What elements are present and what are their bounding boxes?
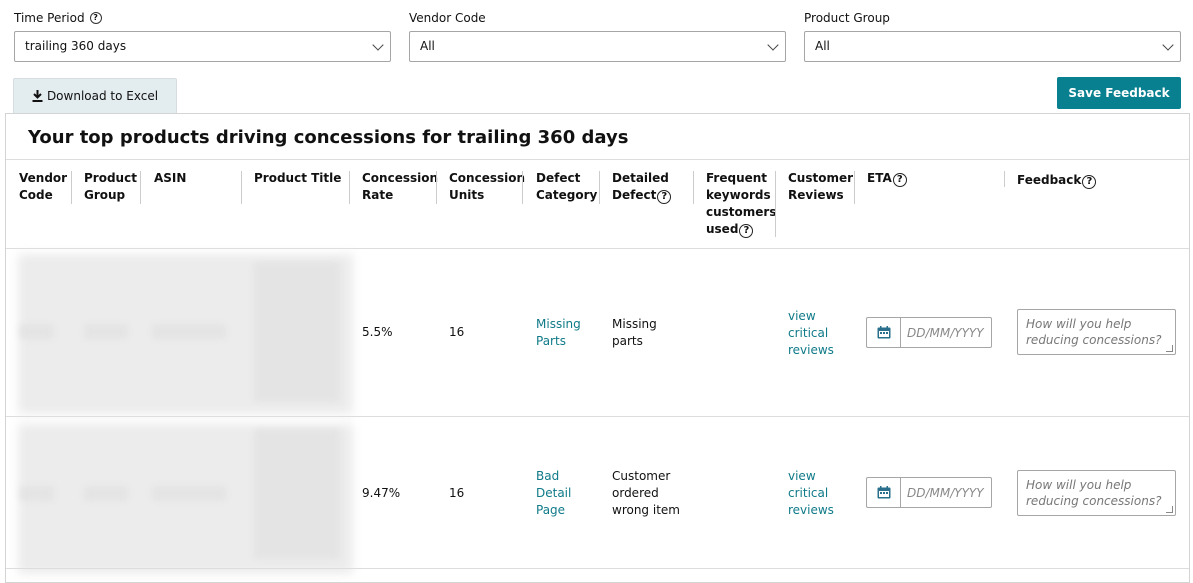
col-separator [140, 171, 141, 204]
feedback-placeholder: How will you help reducing concessions? [1026, 478, 1162, 508]
time-period-label: Time Period ? [14, 11, 102, 25]
redacted-product-group [84, 486, 128, 501]
chevron-down-icon [372, 39, 384, 51]
col-separator [71, 171, 72, 204]
col-vendor-code: Vendor Code [19, 171, 68, 202]
col-concession-rate: Concession Rate [362, 171, 439, 202]
col-separator [775, 171, 776, 237]
download-excel-button[interactable]: Download to Excel [13, 78, 177, 114]
col-asin: ASIN [154, 171, 187, 185]
col-separator [241, 171, 242, 204]
concession-units: 16 [449, 325, 465, 339]
divider [6, 568, 1189, 569]
redacted-vendor-code [20, 324, 54, 339]
product-group-select[interactable]: All [804, 31, 1181, 62]
calendar-icon[interactable] [867, 318, 901, 347]
redacted-product-title [254, 429, 340, 559]
col-eta-label: ETA [867, 171, 892, 185]
col-feedback: Feedback? [1017, 172, 1097, 189]
question-circle-icon[interactable]: ? [1082, 175, 1097, 189]
defect-category-link[interactable]: Bad Detail Page [536, 468, 582, 519]
product-group-label: Product Group [804, 11, 890, 25]
divider [6, 248, 1189, 249]
detailed-defect: Missing parts [612, 317, 657, 348]
defect-category-link[interactable]: Missing Parts [536, 316, 592, 350]
question-circle-icon[interactable]: ? [657, 190, 672, 204]
resize-handle-icon[interactable] [1166, 506, 1173, 513]
col-eta: ETA? [867, 170, 907, 187]
detailed-defect: Customer ordered wrong item [612, 469, 680, 517]
col-separator [522, 171, 523, 204]
save-feedback-button[interactable]: Save Feedback [1057, 77, 1181, 109]
vendor-code-label-text: Vendor Code [409, 11, 486, 25]
chevron-down-icon [767, 39, 779, 51]
concession-rate: 5.5% [362, 325, 393, 339]
view-critical-reviews-link[interactable]: view critical reviews [788, 308, 848, 359]
col-separator [436, 171, 437, 204]
time-period-value: trailing 360 days [25, 39, 127, 53]
col-feedback-label: Feedback [1017, 173, 1082, 187]
table-title: Your top products driving concessions fo… [28, 127, 629, 148]
resize-handle-icon[interactable] [1166, 345, 1173, 352]
product-group-value: All [815, 39, 830, 53]
col-separator [599, 171, 600, 204]
view-critical-reviews-link[interactable]: view critical reviews [788, 468, 848, 519]
redacted-product-title [254, 262, 340, 402]
col-defect-category: Defect Category [536, 171, 598, 202]
redacted-asin [152, 324, 226, 339]
col-product-group: Product Group [84, 171, 137, 202]
concession-rate: 9.47% [362, 486, 401, 500]
redacted-product-group [84, 324, 128, 339]
download-icon [32, 90, 43, 102]
chevron-down-icon [1162, 39, 1174, 51]
vendor-code-select[interactable]: All [409, 31, 786, 62]
col-keywords: Frequent keywords customers used? [706, 170, 776, 238]
feedback-textarea[interactable]: How will you help reducing concessions? [1017, 309, 1176, 355]
question-circle-icon[interactable]: ? [739, 224, 754, 238]
time-period-label-text: Time Period [14, 11, 85, 25]
col-separator [1004, 171, 1005, 187]
feedback-textarea[interactable]: How will you help reducing concessions? [1017, 470, 1176, 516]
col-separator [349, 171, 350, 204]
concession-units: 16 [449, 486, 465, 500]
col-separator [854, 171, 855, 204]
question-circle-icon[interactable]: ? [89, 12, 102, 24]
time-period-select[interactable]: trailing 360 days [14, 31, 391, 62]
eta-date-input[interactable]: DD/MM/YYYY [866, 477, 992, 508]
calendar-icon[interactable] [867, 478, 901, 507]
product-group-label-text: Product Group [804, 11, 890, 25]
col-customer-reviews: Customer Reviews [788, 171, 854, 202]
col-product-title: Product Title [254, 171, 342, 185]
feedback-placeholder: How will you help reducing concessions? [1026, 317, 1162, 347]
question-circle-icon[interactable]: ? [892, 173, 907, 187]
redacted-vendor-code [20, 486, 54, 501]
col-concession-units: Concession Units [449, 171, 526, 202]
divider [6, 159, 1189, 160]
vendor-code-value: All [420, 39, 435, 53]
concessions-panel: Your top products driving concessions fo… [5, 113, 1190, 583]
divider [6, 416, 1189, 417]
redacted-asin [152, 486, 226, 501]
vendor-code-label: Vendor Code [409, 11, 486, 25]
download-excel-label: Download to Excel [46, 89, 159, 103]
eta-date-placeholder: DD/MM/YYYY [907, 485, 984, 500]
col-detailed-defect: Detailed Defect? [612, 170, 684, 204]
eta-date-placeholder: DD/MM/YYYY [907, 325, 984, 340]
col-separator [693, 171, 694, 204]
eta-date-input[interactable]: DD/MM/YYYY [866, 317, 992, 348]
